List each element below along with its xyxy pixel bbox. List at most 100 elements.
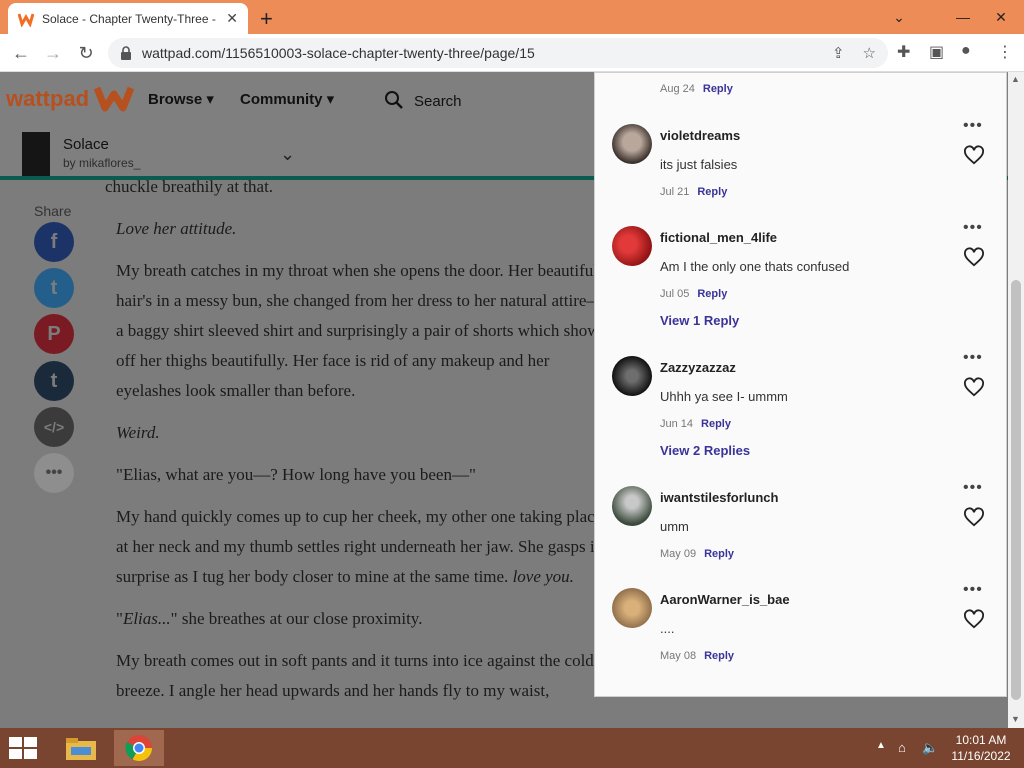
extensions-icon[interactable]: ✚ (897, 42, 910, 62)
paragraph-text: " (116, 609, 123, 628)
file-explorer-icon[interactable] (56, 730, 106, 766)
browser-tab-strip: Solace - Chapter Twenty-Three - ✕ + ⌄ — … (0, 0, 1024, 34)
avatar[interactable] (612, 588, 652, 628)
avatar[interactable] (612, 124, 652, 164)
more-options-icon[interactable]: ••• (963, 349, 983, 367)
nav-browse[interactable]: Browse ▾ (148, 90, 214, 108)
comment-username[interactable]: Zazzyzazzaz (660, 360, 736, 375)
system-clock[interactable]: 10:01 AM 11/16/2022 (946, 732, 1016, 764)
paragraph-italic: Weird. (116, 423, 160, 442)
wattpad-w-logo-icon[interactable] (94, 82, 134, 112)
more-icon[interactable]: ••• (34, 453, 74, 493)
page-scrollbar[interactable]: ▲ ▼ (1008, 72, 1024, 728)
story-author[interactable]: by mikaflores_ (63, 156, 140, 170)
more-options-icon[interactable]: ••• (963, 479, 983, 497)
share-page-icon[interactable]: ⇪ (832, 44, 845, 62)
comment-date-text: May 09 (660, 548, 697, 560)
comment-date: May 09 Reply (660, 548, 734, 560)
reply-button[interactable]: Reply (704, 650, 734, 662)
reply-button[interactable]: Reply (703, 83, 733, 95)
paragraph-italic: Elias... (122, 609, 171, 628)
avatar[interactable] (612, 226, 652, 266)
wattpad-logo[interactable]: wattpad (6, 86, 89, 112)
bookmark-star-icon[interactable]: ☆ (863, 44, 876, 62)
scrollbar-thumb[interactable] (1011, 280, 1021, 700)
comment-username[interactable]: AaronWarner_is_bae (660, 592, 790, 607)
new-tab-button[interactable]: + (260, 6, 273, 32)
close-window-button[interactable]: ✕ (978, 0, 1024, 34)
story-text: chuckle breathily at that. Love her atti… (105, 172, 615, 718)
scroll-down-icon[interactable]: ▼ (1011, 714, 1020, 724)
avatar[interactable] (612, 486, 652, 526)
menu-icon[interactable]: ⋮ (997, 42, 1013, 62)
tab-search-icon[interactable]: ⌄ (876, 0, 922, 34)
side-panel-icon[interactable]: ▣ (929, 42, 944, 62)
volume-icon[interactable]: 🔈 (922, 740, 938, 756)
pinterest-icon[interactable]: P (34, 314, 74, 354)
twitter-icon[interactable]: t (34, 268, 74, 308)
wattpad-favicon-icon (18, 13, 34, 27)
profile-icon[interactable]: ● (961, 42, 971, 60)
comment-username[interactable]: iwantstilesforlunch (660, 490, 778, 505)
comment-text: its just falsies (660, 157, 738, 172)
comment-date-text: Jul 05 (660, 288, 690, 300)
forward-button[interactable]: → (40, 40, 66, 66)
scroll-up-icon[interactable]: ▲ (1011, 74, 1020, 84)
search-button[interactable]: Search (384, 90, 462, 110)
browser-toolbar: ← → ↻ wattpad.com/1156510003-solace-chap… (0, 34, 1024, 72)
share-label: Share (34, 203, 72, 219)
network-icon[interactable]: ⌂ (898, 740, 906, 755)
tab-close-icon[interactable]: ✕ (226, 10, 238, 27)
more-options-icon[interactable]: ••• (963, 117, 983, 135)
show-hidden-icons[interactable]: ▲ (876, 740, 886, 751)
reply-button[interactable]: Reply (704, 548, 734, 560)
heart-icon[interactable] (963, 609, 985, 629)
paragraph: My hand quickly comes up to cup her chee… (105, 502, 615, 592)
avatar[interactable] (612, 356, 652, 396)
paragraph: My breath catches in my throat when she … (116, 261, 604, 400)
reply-button[interactable]: Reply (701, 418, 731, 430)
chevron-down-icon[interactable]: ⌄ (280, 144, 295, 165)
comment-date: Jul 05 Reply (660, 288, 727, 300)
heart-icon[interactable] (963, 377, 985, 397)
view-replies-link[interactable]: View 1 Reply (660, 313, 739, 328)
address-bar[interactable]: wattpad.com/1156510003-solace-chapter-tw… (108, 38, 888, 68)
paragraph: "Elias..." she breathes at our close pro… (105, 604, 615, 634)
tumblr-icon[interactable]: t (34, 361, 74, 401)
clock-time: 10:01 AM (955, 733, 1007, 747)
comment-date-text: May 08 (660, 650, 697, 662)
browser-tab[interactable]: Solace - Chapter Twenty-Three - ✕ (8, 3, 248, 34)
more-options-icon[interactable]: ••• (963, 581, 983, 599)
paragraph-text: " she breathes at our close proximity. (170, 609, 423, 628)
paragraph: Love her attitude. (105, 214, 615, 244)
comment-date: May 08 Reply (660, 650, 734, 662)
paragraph: My breath comes out in soft pants and it… (116, 651, 594, 700)
clock-date: 11/16/2022 (951, 749, 1011, 763)
heart-icon[interactable] (963, 145, 985, 165)
comment-date-text: Jun 14 (660, 418, 694, 430)
comment-text: Uhhh ya see I- ummm (660, 389, 788, 404)
paragraph: "Elias, what are you—? How long have you… (116, 465, 476, 484)
reply-button[interactable]: Reply (697, 186, 727, 198)
comments-panel: Aug 24 Reply violetdreams its just falsie… (594, 72, 1007, 697)
reload-button[interactable]: ↻ (73, 40, 99, 66)
windows-start-icon[interactable] (8, 736, 38, 760)
paragraph: chuckle breathily at that. (105, 177, 274, 196)
view-replies-link[interactable]: View 2 Replies (660, 443, 750, 458)
heart-icon[interactable] (963, 507, 985, 527)
chrome-taskbar-icon[interactable] (114, 730, 164, 766)
more-options-icon[interactable]: ••• (963, 219, 983, 237)
reply-button[interactable]: Reply (697, 288, 727, 300)
comment-text: Am I the only one thats confused (660, 259, 850, 274)
back-button[interactable]: ← (8, 40, 34, 66)
nav-community[interactable]: Community ▾ (240, 90, 334, 108)
heart-icon[interactable] (963, 247, 985, 267)
comment-username[interactable]: fictional_men_4life (660, 230, 777, 245)
story-title[interactable]: Solace (63, 136, 109, 153)
story-cover[interactable] (22, 132, 50, 176)
facebook-icon[interactable]: f (34, 222, 74, 262)
embed-icon[interactable]: </> (34, 407, 74, 447)
comment-username[interactable]: violetdreams (660, 128, 740, 143)
comment-date-text: Jul 21 (660, 186, 690, 198)
search-icon (385, 91, 403, 109)
